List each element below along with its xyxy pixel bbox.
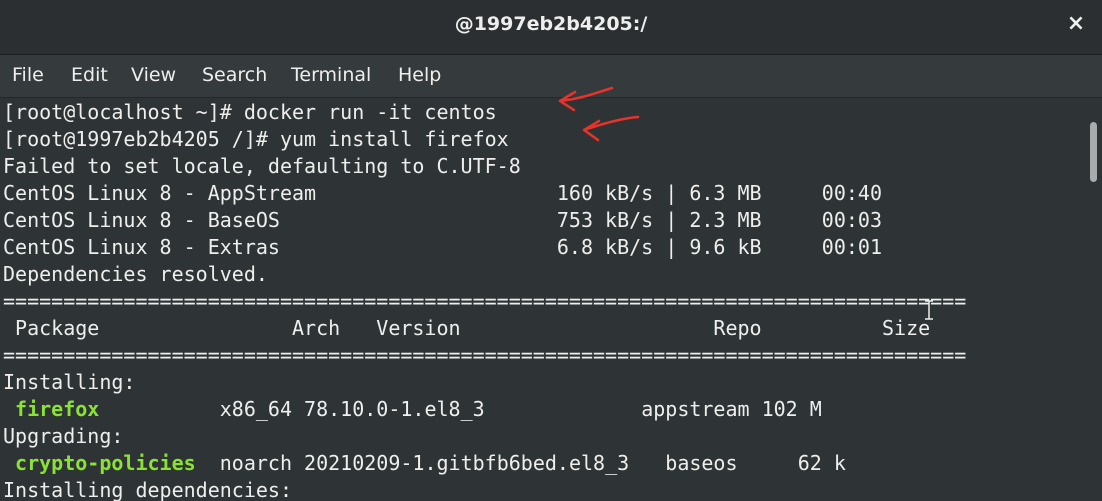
annotation-overlay — [558, 86, 640, 142]
annotation-arrow — [558, 86, 614, 112]
annotation-arrow — [582, 115, 640, 142]
